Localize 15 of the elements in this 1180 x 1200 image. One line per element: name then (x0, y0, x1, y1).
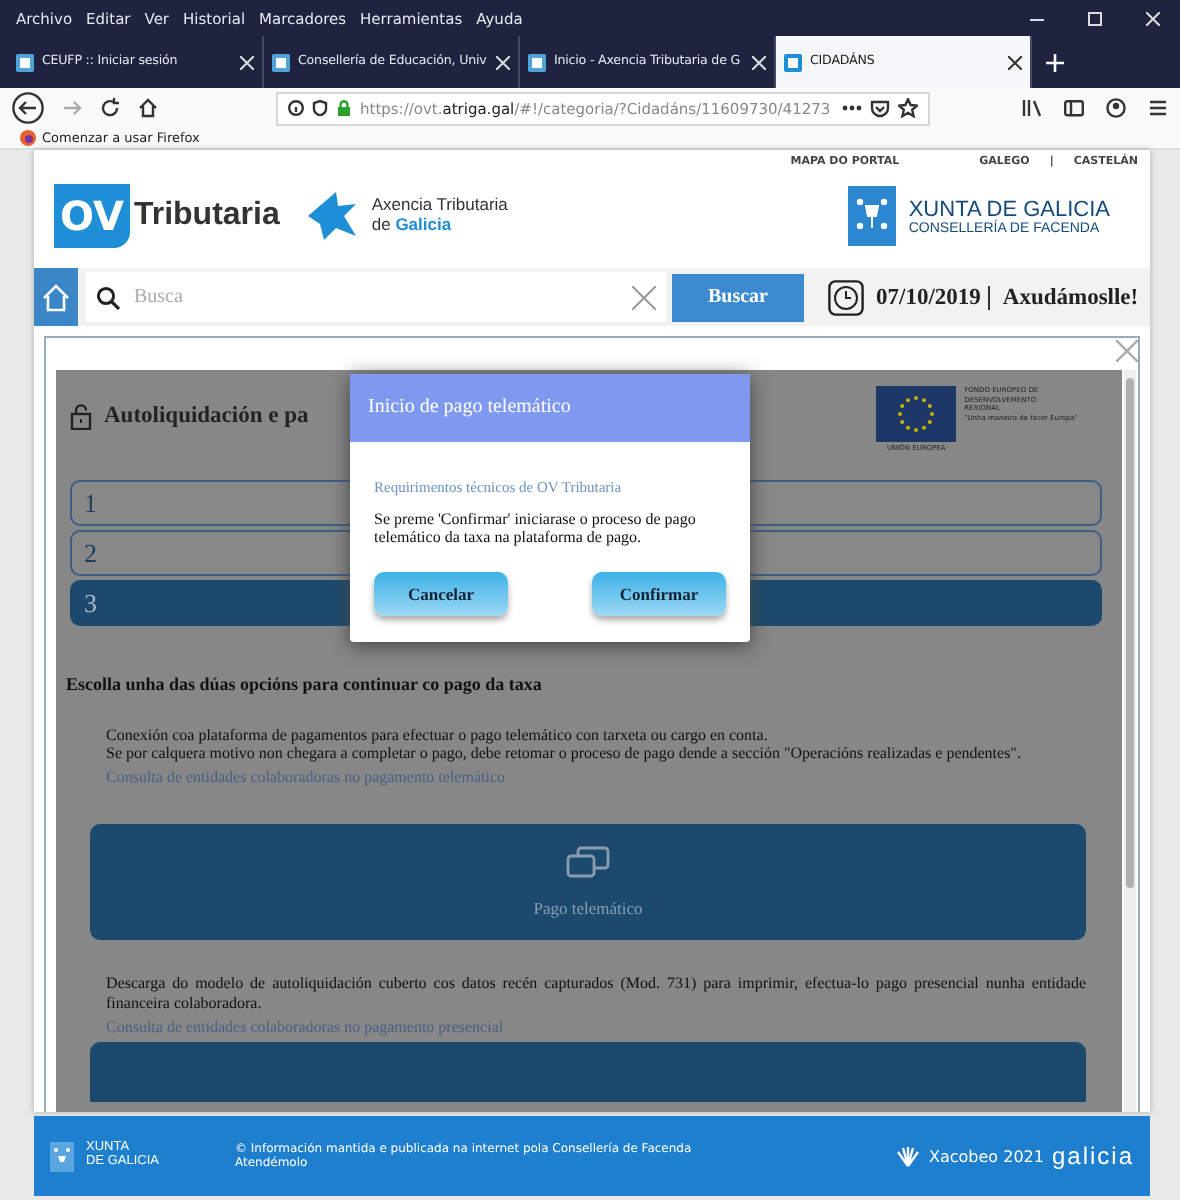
dialog-message: Se preme 'Confirmar' iniciarase o proceso de pago telemático da taxa na plataforma de pago. (374, 510, 698, 547)
logo-text: Tributaria (133, 198, 280, 234)
logo-badge: OV (54, 184, 130, 248)
dialog-title: Inicio de pago telemático (350, 374, 750, 442)
xacobeo-logo: Xacobeo 2021 (928, 1147, 1044, 1165)
galicia-logo: galicia (1051, 1142, 1134, 1170)
section-heading: Escolla unha das dúas opcións para continuar co pago da taxa (66, 674, 544, 694)
xunta-title: XUNTA DE GALICIA (908, 197, 1110, 221)
option-text: Se por calquera motivo non chegara a completar o pago, debe retomar o proceso de pago dende a sección "Operacións realizadas e pendentes". (106, 744, 1023, 763)
agency-name: de Galicia (371, 216, 454, 236)
date-text: 07/10/2019 (876, 285, 991, 309)
page-title: Autoliquidación e pa (104, 404, 309, 428)
option-text: Conexión coa plataforma de pagamentos para efectuar o pago telemático con tarxeta ou cargo en conta. (106, 726, 770, 745)
option-text: Descarga do modelo de autoliquidación cuberto cos datos recén capturados (Mod. 731) para imprimir, efectua-lo pago presencial nunha entidade financeira colaboradora. (106, 974, 1086, 1012)
agency-name: Axencia Tributaria (371, 196, 508, 216)
